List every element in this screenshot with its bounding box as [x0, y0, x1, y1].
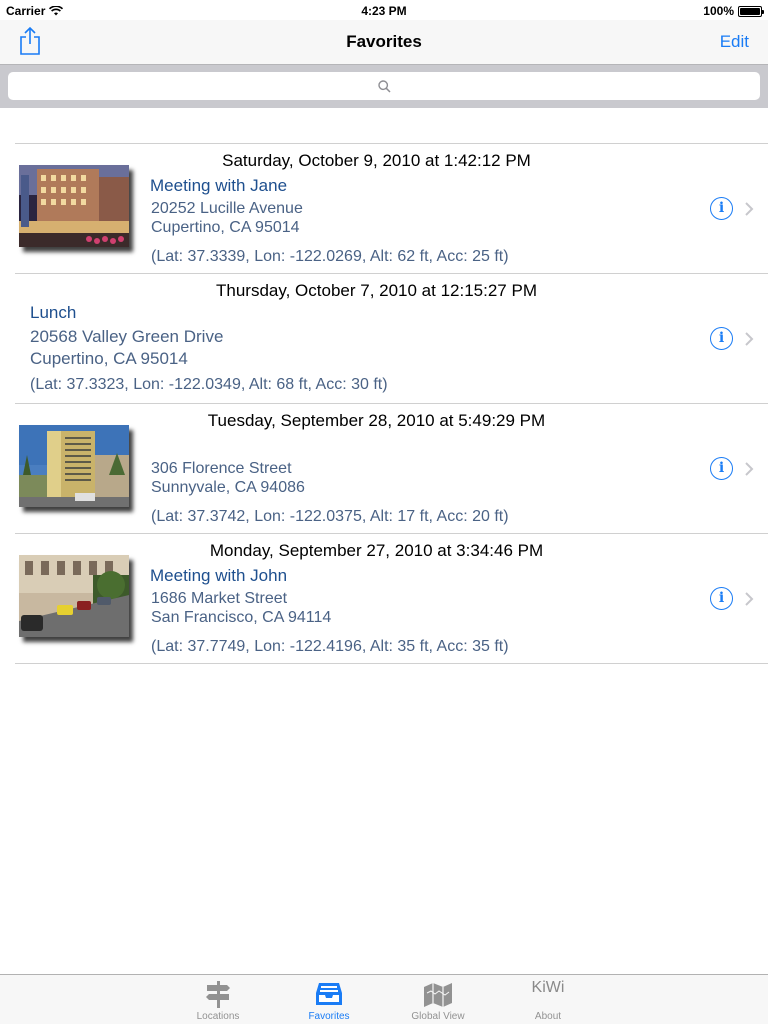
info-icon[interactable]: i: [710, 587, 733, 610]
favorite-address: 20252 Lucille Avenue Cupertino, CA 95014: [151, 199, 303, 237]
address-line-2: Sunnyvale, CA 94086: [151, 479, 305, 496]
address-line-2: Cupertino, CA 95014: [151, 219, 300, 236]
navigation-bar: Favorites Edit: [0, 20, 768, 64]
favorite-coordinates: (Lat: 37.3323, Lon: -122.0349, Alt: 68 f…: [30, 376, 388, 393]
folded-map-icon: [424, 983, 452, 1007]
tab-global-view[interactable]: Global View: [398, 975, 478, 1024]
page-title: Favorites: [346, 32, 422, 51]
favorite-title: Lunch: [30, 303, 77, 322]
kiwi-logo: KiWi: [531, 979, 565, 996]
info-icon[interactable]: i: [710, 457, 733, 480]
favorite-row[interactable]: Monday, September 27, 2010 at 3:34:46 PM…: [15, 534, 768, 664]
tab-label: Favorites: [308, 1011, 350, 1022]
tab-about[interactable]: KiWi About: [508, 975, 588, 1024]
battery-percent: 100%: [703, 4, 734, 18]
address-line-1: 20568 Valley Green Drive: [30, 327, 224, 346]
favorite-date: Thursday, October 7, 2010 at 12:15:27 PM: [216, 281, 537, 300]
search-icon: [377, 79, 391, 93]
favorite-photo: [19, 165, 129, 247]
favorites-list: Saturday, October 9, 2010 at 1:42:12 PM …: [15, 143, 768, 664]
chevron-right-icon[interactable]: [744, 461, 754, 477]
search-input[interactable]: [8, 72, 760, 100]
battery-icon: [738, 5, 764, 17]
battery-indicator: 100%: [703, 4, 764, 18]
favorite-address: 20568 Valley Green Drive Cupertino, CA 9…: [30, 326, 223, 370]
chevron-right-icon[interactable]: [744, 201, 754, 217]
status-bar: Carrier 4:23 PM 100%: [0, 0, 768, 20]
edit-button[interactable]: Edit: [720, 32, 749, 52]
tab-label: Locations: [196, 1011, 240, 1022]
status-time: 4:23 PM: [361, 4, 407, 18]
info-icon[interactable]: i: [710, 327, 733, 350]
address-line-1: 1686 Market Street: [151, 590, 288, 607]
signpost-icon: [206, 981, 230, 1008]
address-line-1: 306 Florence Street: [151, 460, 292, 477]
address-line-2: San Francisco, CA 94114: [151, 609, 332, 626]
favorite-row[interactable]: Saturday, October 9, 2010 at 1:42:12 PM …: [15, 144, 768, 274]
tab-bar: Locations Favorites Global View KiWi Abo…: [0, 974, 768, 1024]
tab-label: About: [534, 1011, 562, 1022]
tab-label: Global View: [411, 1011, 465, 1022]
search-bar: [0, 64, 768, 108]
chevron-right-icon[interactable]: [744, 331, 754, 347]
favorite-address: 306 Florence Street Sunnyvale, CA 94086: [151, 459, 305, 497]
favorite-coordinates: (Lat: 37.7749, Lon: -122.4196, Alt: 35 f…: [151, 638, 509, 655]
chevron-right-icon[interactable]: [744, 591, 754, 607]
favorite-coordinates: (Lat: 37.3742, Lon: -122.0375, Alt: 17 f…: [151, 508, 509, 525]
favorite-address: 1686 Market Street San Francisco, CA 941…: [151, 589, 331, 627]
favorite-photo: [19, 555, 129, 637]
favorite-row[interactable]: Tuesday, September 28, 2010 at 5:49:29 P…: [15, 404, 768, 534]
favorite-coordinates: (Lat: 37.3339, Lon: -122.0269, Alt: 62 f…: [151, 248, 509, 265]
info-icon[interactable]: i: [710, 197, 733, 220]
favorite-title: Meeting with Jane: [150, 176, 288, 195]
address-line-1: 20252 Lucille Avenue: [151, 200, 303, 217]
favorite-title: Meeting with John: [150, 566, 288, 585]
tab-favorites[interactable]: Favorites: [289, 975, 369, 1024]
favorite-row[interactable]: Thursday, October 7, 2010 at 12:15:27 PM…: [15, 274, 768, 404]
inbox-tray-icon: [316, 983, 342, 1005]
address-line-2: Cupertino, CA 95014: [30, 349, 188, 368]
tab-locations[interactable]: Locations: [178, 975, 258, 1024]
favorite-photo: [19, 425, 129, 507]
